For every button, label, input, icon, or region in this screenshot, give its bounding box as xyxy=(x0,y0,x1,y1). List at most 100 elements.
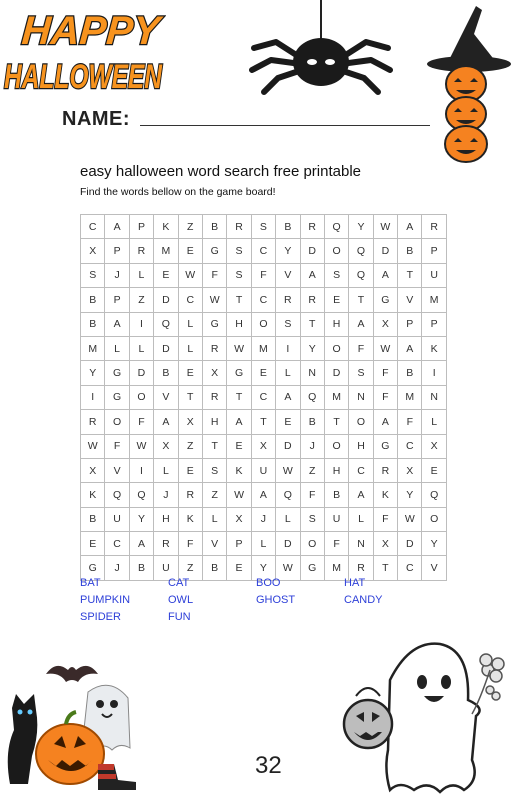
grid-cell[interactable]: T xyxy=(226,287,252,313)
grid-cell[interactable]: F xyxy=(104,433,130,459)
grid-cell[interactable]: R xyxy=(177,482,203,508)
grid-cell[interactable]: A xyxy=(250,482,277,508)
grid-cell[interactable]: I xyxy=(128,311,155,337)
grid-cell[interactable]: T xyxy=(299,311,325,337)
grid-cell[interactable]: D xyxy=(153,335,179,362)
grid-cell[interactable]: C xyxy=(397,555,423,581)
grid-cell[interactable]: R xyxy=(275,287,301,313)
grid-cell[interactable]: E xyxy=(177,360,203,386)
grid-cell[interactable]: L xyxy=(104,335,130,362)
grid-cell[interactable]: S xyxy=(323,262,350,289)
grid-cell[interactable]: A xyxy=(226,409,252,435)
grid-cell[interactable]: E xyxy=(153,262,179,289)
grid-cell[interactable]: T xyxy=(323,409,350,435)
grid-cell[interactable]: Z xyxy=(299,457,325,484)
grid-cell[interactable]: I xyxy=(79,384,106,411)
grid-cell[interactable]: S xyxy=(348,360,374,386)
grid-cell[interactable]: R xyxy=(226,213,252,240)
grid-cell[interactable]: Q xyxy=(323,213,350,240)
grid-cell[interactable]: C xyxy=(104,531,130,557)
grid-cell[interactable]: E xyxy=(177,457,203,484)
grid-cell[interactable]: P xyxy=(104,238,130,264)
grid-cell[interactable]: J xyxy=(104,555,130,581)
grid-cell[interactable]: H xyxy=(226,311,252,337)
grid-cell[interactable]: R xyxy=(79,409,106,435)
grid-cell[interactable]: Q xyxy=(275,482,301,508)
grid-cell[interactable]: T xyxy=(250,409,277,435)
grid-cell[interactable]: C xyxy=(79,213,106,240)
grid-cell[interactable]: Y xyxy=(128,506,155,533)
grid-cell[interactable]: D xyxy=(153,287,179,313)
grid-cell[interactable]: S xyxy=(250,213,277,240)
grid-cell[interactable]: R xyxy=(299,213,325,240)
grid-cell[interactable]: G xyxy=(104,384,130,411)
grid-cell[interactable]: H xyxy=(201,409,228,435)
grid-cell[interactable]: F xyxy=(397,409,423,435)
grid-cell[interactable]: W xyxy=(226,335,252,362)
grid-cell[interactable]: B xyxy=(128,555,155,581)
grid-cell[interactable]: B xyxy=(275,213,301,240)
grid-cell[interactable]: Z xyxy=(177,433,203,459)
grid-cell[interactable]: T xyxy=(348,287,374,313)
grid-cell[interactable]: K xyxy=(79,482,106,508)
grid-cell[interactable]: U xyxy=(250,457,277,484)
grid-cell[interactable]: A xyxy=(104,213,130,240)
grid-cell[interactable]: M xyxy=(250,335,277,362)
grid-cell[interactable]: W xyxy=(372,335,399,362)
grid-cell[interactable]: O xyxy=(299,531,325,557)
grid-cell[interactable]: B xyxy=(323,482,350,508)
grid-cell[interactable]: O xyxy=(323,238,350,264)
grid-cell[interactable]: X xyxy=(79,238,106,264)
grid-cell[interactable]: F xyxy=(128,409,155,435)
grid-cell[interactable]: K xyxy=(372,482,399,508)
grid-cell[interactable]: A xyxy=(153,409,179,435)
grid-cell[interactable]: Q xyxy=(299,384,325,411)
grid-cell[interactable]: R xyxy=(421,213,447,240)
grid-cell[interactable]: D xyxy=(275,531,301,557)
grid-cell[interactable]: E xyxy=(323,287,350,313)
grid-cell[interactable]: C xyxy=(250,287,277,313)
grid-cell[interactable]: V xyxy=(104,457,130,484)
grid-cell[interactable]: B xyxy=(79,311,106,337)
grid-cell[interactable]: V xyxy=(421,555,447,581)
grid-cell[interactable]: F xyxy=(299,482,325,508)
grid-cell[interactable]: N xyxy=(299,360,325,386)
grid-cell[interactable]: A xyxy=(128,531,155,557)
grid-cell[interactable]: F xyxy=(348,335,374,362)
grid-cell[interactable]: S xyxy=(275,311,301,337)
grid-cell[interactable]: C xyxy=(397,433,423,459)
grid-cell[interactable]: O xyxy=(104,409,130,435)
grid-cell[interactable]: G xyxy=(372,287,399,313)
grid-cell[interactable]: L xyxy=(177,335,203,362)
grid-cell[interactable]: L xyxy=(128,262,155,289)
grid-cell[interactable]: V xyxy=(397,287,423,313)
grid-cell[interactable]: K xyxy=(226,457,252,484)
grid-cell[interactable]: Q xyxy=(153,311,179,337)
grid-cell[interactable]: X xyxy=(421,433,447,459)
grid-cell[interactable]: O xyxy=(250,311,277,337)
grid-cell[interactable]: G xyxy=(372,433,399,459)
grid-cell[interactable]: P xyxy=(397,311,423,337)
grid-cell[interactable]: P xyxy=(128,213,155,240)
grid-cell[interactable]: W xyxy=(397,506,423,533)
grid-cell[interactable]: R xyxy=(153,531,179,557)
grid-cell[interactable]: K xyxy=(177,506,203,533)
grid-cell[interactable]: X xyxy=(201,360,228,386)
grid-cell[interactable]: R xyxy=(128,238,155,264)
grid-cell[interactable]: W xyxy=(275,457,301,484)
grid-cell[interactable]: A xyxy=(299,262,325,289)
grid-cell[interactable]: B xyxy=(79,287,106,313)
grid-cell[interactable]: B xyxy=(397,360,423,386)
grid-cell[interactable]: M xyxy=(397,384,423,411)
grid-cell[interactable]: Q xyxy=(421,482,447,508)
grid-cell[interactable]: J xyxy=(104,262,130,289)
grid-cell[interactable]: Q xyxy=(348,238,374,264)
grid-cell[interactable]: Z xyxy=(201,482,228,508)
grid-cell[interactable]: A xyxy=(397,213,423,240)
grid-cell[interactable]: L xyxy=(177,311,203,337)
grid-cell[interactable]: J xyxy=(250,506,277,533)
grid-cell[interactable]: O xyxy=(323,433,350,459)
grid-cell[interactable]: G xyxy=(104,360,130,386)
grid-cell[interactable]: H xyxy=(323,457,350,484)
grid-cell[interactable]: O xyxy=(421,506,447,533)
